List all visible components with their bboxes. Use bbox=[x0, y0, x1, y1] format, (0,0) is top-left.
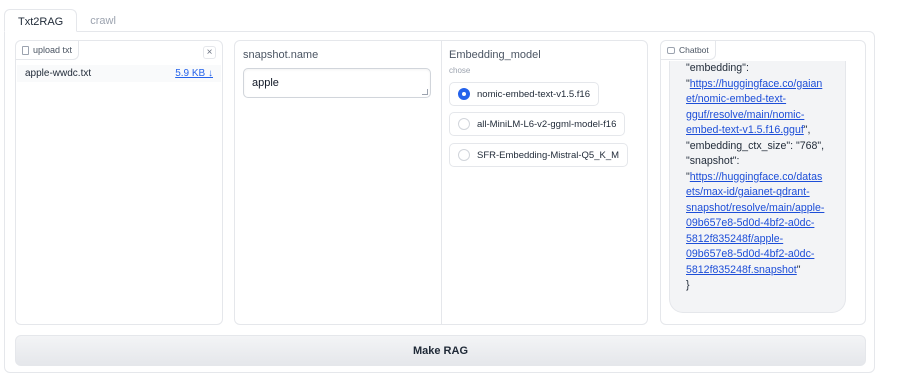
chat-text: "embedding": bbox=[686, 62, 749, 74]
chat-icon bbox=[667, 46, 675, 54]
chat-message-line: "embedding_ctx_size": "768", bbox=[686, 139, 837, 155]
chat-link[interactable]: 09b657e8-5d0d-4bf2-a0dc- bbox=[686, 248, 814, 260]
upload-file-panel[interactable]: upload txt × apple-wwdc.txt 5.9 KB ↓ bbox=[15, 40, 223, 325]
file-name: apple-wwdc.txt bbox=[25, 68, 92, 79]
file-icon bbox=[22, 45, 29, 55]
radio-label: all-MiniLM-L6-v2-ggml-model-f16 bbox=[477, 118, 617, 130]
clear-file-button[interactable]: × bbox=[203, 46, 216, 59]
radio-unselected-icon bbox=[458, 118, 470, 130]
chat-link[interactable]: embed-text-v1.5.f16.gguf bbox=[686, 124, 804, 136]
radio-label: SFR-Embedding-Mistral-Q5_K_M bbox=[477, 149, 620, 161]
tab-panel: upload txt × apple-wwdc.txt 5.9 KB ↓ sna… bbox=[4, 31, 875, 373]
chat-message-line: embed-text-v1.5.f16.gguf", bbox=[686, 123, 837, 139]
chat-text: "embedding_ctx_size": "768", bbox=[686, 139, 825, 152]
chat-message-line: gguf/resolve/main/nomic- bbox=[686, 108, 837, 124]
chat-message-line: 09b657e8-5d0d-4bf2-a0dc- bbox=[686, 216, 837, 232]
chat-quote: ", bbox=[803, 124, 811, 136]
chat-message-line: } bbox=[686, 278, 837, 294]
file-row: apple-wwdc.txt 5.9 KB ↓ bbox=[17, 65, 221, 82]
snapshot-name-value: apple bbox=[252, 77, 279, 89]
chat-link[interactable]: 5812f835248f.snapshot bbox=[686, 264, 797, 276]
radio-option-sfr[interactable]: SFR-Embedding-Mistral-Q5_K_M bbox=[449, 143, 629, 167]
file-download-link[interactable]: 5.9 KB ↓ bbox=[175, 68, 213, 79]
radio-unselected-icon bbox=[458, 149, 470, 161]
chat-message-line: "embedding": bbox=[686, 61, 837, 77]
settings-group: snapshot.name apple Embedding_model chos… bbox=[234, 40, 648, 325]
chat-link[interactable]: 5812f835248f/apple- bbox=[686, 233, 783, 245]
snapshot-name-label: snapshot.name bbox=[243, 49, 319, 61]
tab-crawl[interactable]: crawl bbox=[77, 9, 129, 32]
chat-link[interactable]: https://huggingface.co/gaian bbox=[690, 78, 823, 90]
upload-label-text: upload txt bbox=[33, 45, 73, 55]
chat-link[interactable]: snapshot/resolve/main/apple- bbox=[686, 202, 824, 214]
chat-link[interactable]: et/nomic-embed-text- bbox=[686, 93, 786, 105]
chat-link[interactable]: https://huggingface.co/datas bbox=[690, 171, 823, 183]
chat-message-line: ets/max-id/gaianet-qdrant- bbox=[686, 185, 837, 201]
chatbot-label: Chatbot bbox=[661, 41, 716, 60]
chat-message-line: et/nomic-embed-text- bbox=[686, 92, 837, 108]
chat-text: "snapshot": bbox=[686, 155, 740, 167]
radio-option-nomic[interactable]: nomic-embed-text-v1.5.f16 bbox=[449, 82, 599, 106]
chat-message-line: snapshot/resolve/main/apple- bbox=[686, 201, 837, 217]
resize-handle-icon[interactable] bbox=[422, 89, 428, 95]
chat-text: } bbox=[686, 279, 690, 291]
embedding-model-info: chose bbox=[449, 66, 471, 75]
chat-message-line: 5812f835248f/apple- bbox=[686, 232, 837, 248]
tab-txt2rag[interactable]: Txt2RAG bbox=[4, 9, 78, 32]
upload-label: upload txt bbox=[16, 41, 80, 60]
embedding-model-label: Embedding_model bbox=[449, 49, 541, 61]
column-divider bbox=[441, 41, 442, 324]
radio-option-minilm[interactable]: all-MiniLM-L6-v2-ggml-model-f16 bbox=[449, 112, 626, 136]
chat-link[interactable]: ets/max-id/gaianet-qdrant- bbox=[686, 186, 810, 198]
chatbot-label-text: Chatbot bbox=[679, 45, 709, 55]
chat-message-line: 09b657e8-5d0d-4bf2-a0dc- bbox=[686, 247, 837, 263]
chat-message-line: "snapshot": bbox=[686, 154, 837, 170]
chat-message-line: "https://huggingface.co/gaian bbox=[686, 77, 837, 93]
chat-message-line: "https://huggingface.co/datas bbox=[686, 170, 837, 186]
chat-link[interactable]: 09b657e8-5d0d-4bf2-a0dc- bbox=[686, 217, 814, 229]
chat-message-bubble: "embedding": "https://huggingface.co/gaia… bbox=[669, 61, 846, 313]
chat-link[interactable]: gguf/resolve/main/nomic- bbox=[686, 109, 804, 121]
chat-message-line: 5812f835248f.snapshot" bbox=[686, 263, 837, 279]
radio-selected-icon bbox=[458, 88, 470, 100]
make-rag-button[interactable]: Make RAG bbox=[15, 335, 866, 366]
tab-bar: Txt2RAG crawl bbox=[4, 9, 129, 32]
snapshot-name-input[interactable]: apple bbox=[243, 68, 431, 98]
chat-quote: " bbox=[796, 263, 801, 276]
chatbot-panel: Chatbot "embedding": "https://huggingface… bbox=[660, 40, 866, 325]
radio-label: nomic-embed-text-v1.5.f16 bbox=[477, 88, 590, 100]
